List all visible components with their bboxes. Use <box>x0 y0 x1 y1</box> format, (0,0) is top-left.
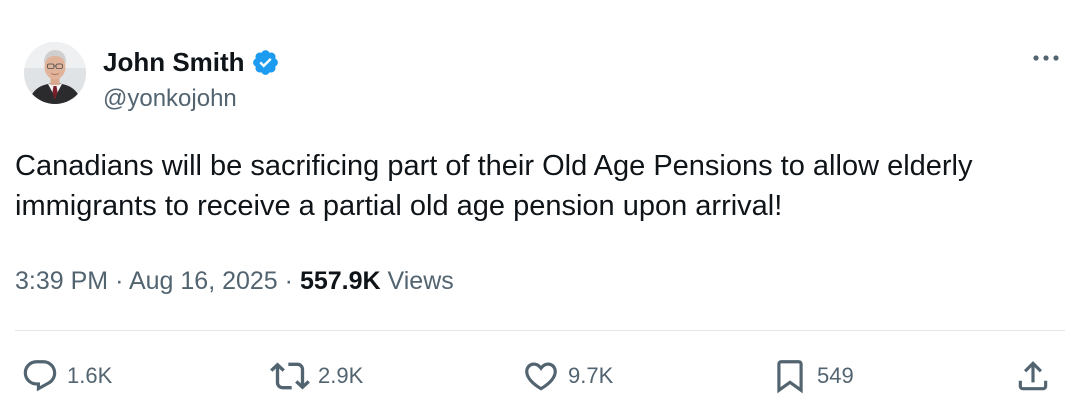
like-count: 9.7K <box>568 363 614 388</box>
views-count[interactable]: 557.9K <box>300 267 381 295</box>
divider <box>15 330 1065 331</box>
tweet-text: Canadians will be sacrificing part of th… <box>15 150 973 222</box>
like-button[interactable]: 9.7K <box>522 356 613 396</box>
heart-icon <box>525 362 557 391</box>
repost-count: 2.9K <box>318 363 364 388</box>
bookmark-icon <box>777 360 803 394</box>
repost-button[interactable]: 2.9K <box>270 356 363 396</box>
reply-button[interactable]: 1.6K <box>21 356 112 396</box>
bookmark-count: 549 <box>817 363 854 388</box>
tweet-time[interactable]: 3:39 PM <box>15 267 108 295</box>
share-button[interactable] <box>1014 356 1052 396</box>
reply-icon <box>23 360 57 392</box>
author-name-row: John Smith <box>103 45 280 79</box>
tweet-meta: 3:39 PM · Aug 16, 2025 · 557.9K Views <box>15 264 454 298</box>
avatar-image <box>24 42 86 104</box>
views-label: Views <box>387 267 454 295</box>
tweet-date[interactable]: Aug 16, 2025 <box>129 267 278 295</box>
verified-badge-icon[interactable] <box>251 48 280 77</box>
meta-separator: · <box>115 267 124 295</box>
meta-separator: · <box>284 267 293 295</box>
author-display-name[interactable]: John Smith <box>103 45 245 79</box>
more-icon[interactable] <box>1030 48 1062 68</box>
share-icon <box>1018 361 1048 391</box>
avatar[interactable] <box>24 42 86 104</box>
reply-count: 1.6K <box>67 363 113 388</box>
bookmark-button[interactable]: 549 <box>771 356 854 396</box>
repost-icon <box>270 362 310 390</box>
tweet-card: John Smith @yonkojohn Canadians will be … <box>0 0 1080 419</box>
author-handle[interactable]: @yonkojohn <box>103 84 237 114</box>
